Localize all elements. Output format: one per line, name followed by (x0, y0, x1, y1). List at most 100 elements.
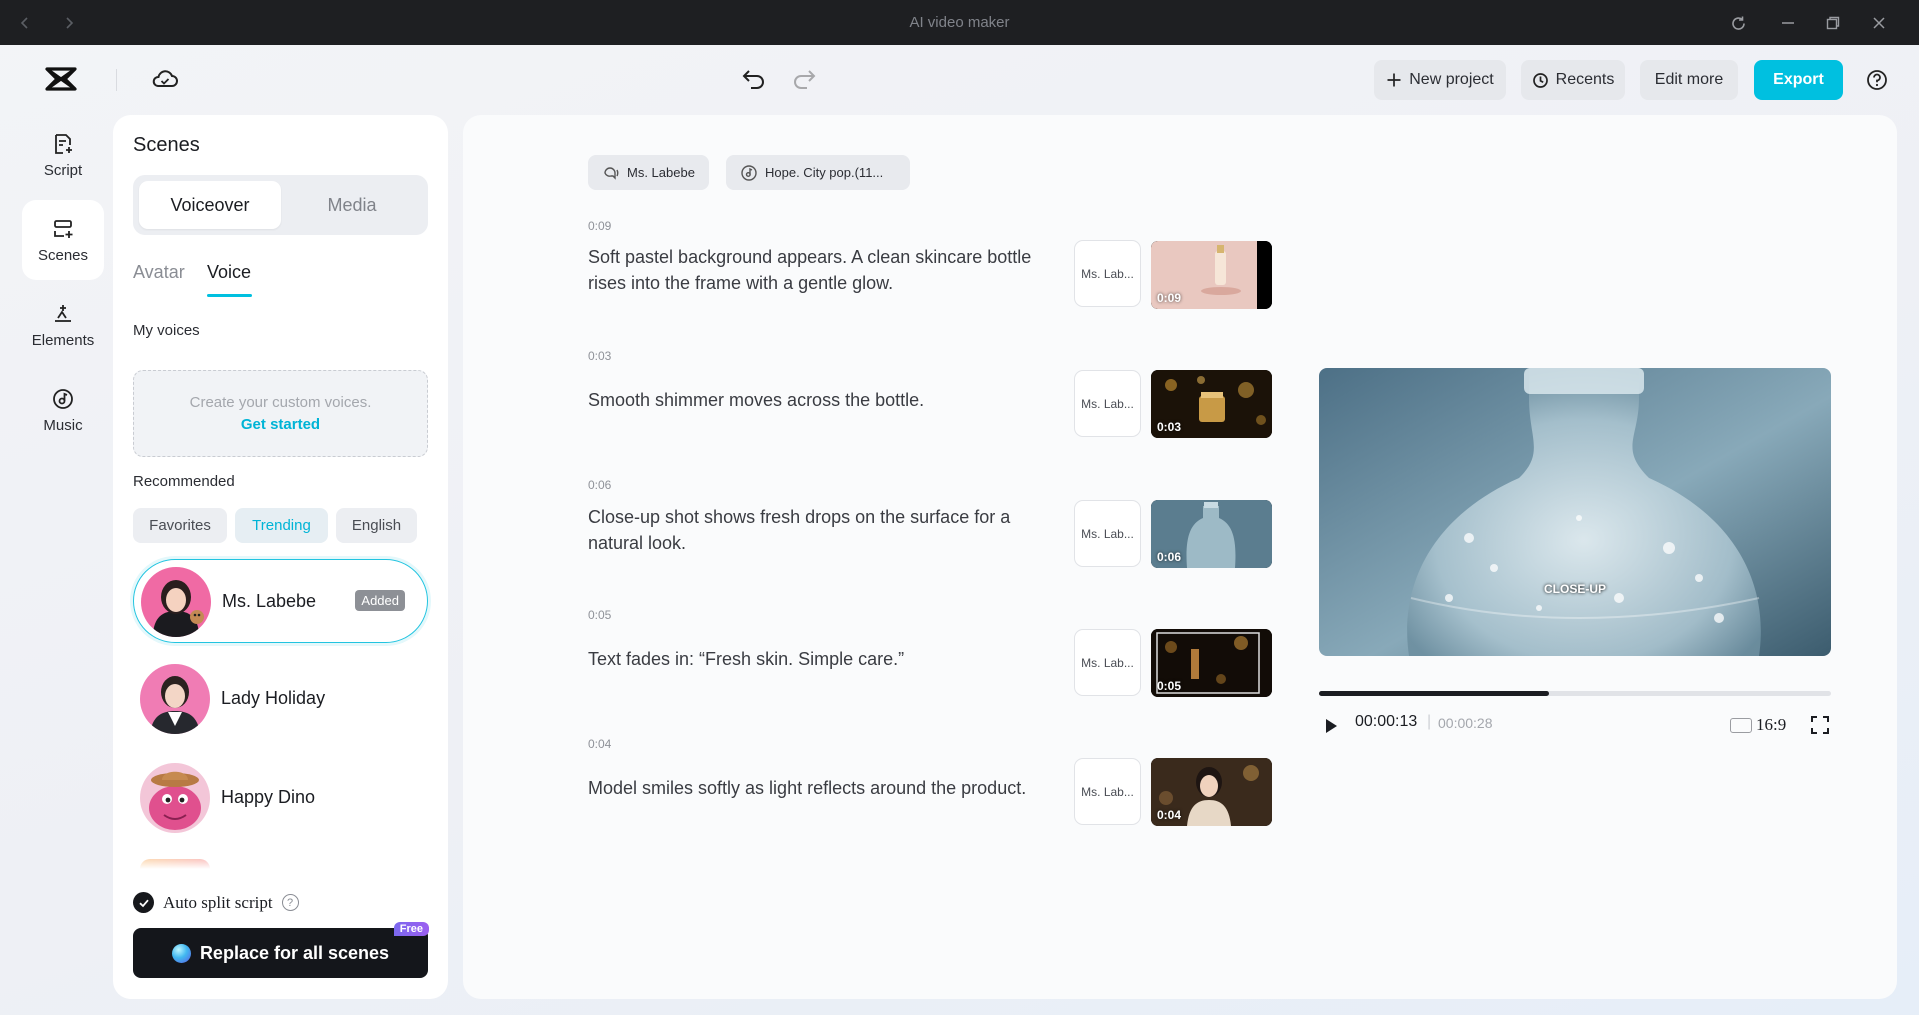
window-titlebar: AI video maker (0, 0, 1919, 45)
avatar (140, 664, 210, 734)
avatar (141, 567, 211, 637)
segment-voiceover[interactable]: Voiceover (139, 181, 281, 229)
rail-item-elements[interactable]: Elements (22, 285, 104, 365)
subtab-underline (207, 294, 252, 297)
scene-time: 0:05 (588, 608, 612, 622)
scene-script-text[interactable]: Close-up shot shows fresh drops on the s… (588, 504, 1058, 556)
rail-item-script[interactable]: Script (22, 115, 104, 195)
voice-item-happy-dino[interactable]: Happy Dino (133, 756, 428, 840)
help-question-icon[interactable]: ? (281, 894, 299, 911)
voice-name: Lady Holiday (221, 688, 326, 708)
scene-script-text[interactable]: Model smiles softly as light reflects ar… (588, 775, 1058, 801)
close-icon[interactable] (1866, 10, 1892, 36)
list-fade (113, 845, 448, 875)
rail-scenes-label: Scenes (37, 246, 89, 264)
scene-script-text[interactable]: Smooth shimmer moves across the bottle. (588, 387, 1058, 413)
recents-button[interactable]: Recents (1521, 60, 1625, 100)
music-pill-label: Hope. City pop.(11... (765, 165, 884, 180)
replace-button-label: Replace for all scenes (199, 942, 390, 963)
new-project-label: New project (1409, 71, 1494, 88)
my-voices-label: My voices (133, 322, 200, 339)
scene-thumbnail[interactable]: 0:03 (1151, 370, 1272, 438)
play-icon (1326, 719, 1337, 733)
video-preview[interactable]: CLOSE-UP (1319, 368, 1831, 656)
auto-split-option[interactable]: Auto split script ? (133, 892, 299, 913)
voice-name: Happy Dino (221, 787, 316, 807)
rail-item-music[interactable]: Music (22, 370, 104, 450)
edit-more-button[interactable]: Edit more (1640, 60, 1738, 100)
scene-thumbnail[interactable]: 0:06 (1151, 500, 1272, 568)
edit-more-label: Edit more (1654, 71, 1724, 88)
time-divider: | (1427, 713, 1432, 730)
get-started-link[interactable]: Get started (134, 416, 427, 433)
thumbnail-duration: 0:05 (1157, 679, 1182, 693)
filter-favorites[interactable]: Favorites (133, 508, 227, 543)
scenes-panel: Scenes Voiceover Media Avatar Voice My v… (113, 115, 448, 999)
rail-music-label: Music (43, 416, 83, 434)
music-pill[interactable]: Hope. City pop.(11... (726, 155, 910, 190)
top-toolbar: New project Recents Edit more Export (0, 45, 1919, 113)
ai-orb-icon (171, 943, 191, 963)
filter-english[interactable]: English (336, 508, 417, 543)
scene-time: 0:04 (588, 737, 612, 751)
redo-icon[interactable] (790, 65, 818, 93)
free-badge: Free (393, 922, 429, 936)
scene-time: 0:03 (588, 349, 612, 363)
added-badge: Added (355, 590, 405, 611)
create-voice-box[interactable]: Create your custom voices. Get started (133, 370, 428, 457)
preview-overlay-text: CLOSE-UP (1543, 582, 1606, 596)
checkbox-checked-icon[interactable] (133, 892, 154, 913)
music-icon (741, 164, 757, 181)
scene-editor: Ms. Labebe Hope. City pop.(11... 0:09 So… (463, 115, 1897, 999)
scene-thumbnail[interactable]: 0:04 (1151, 758, 1272, 826)
auto-split-label: Auto split script (163, 892, 273, 912)
replace-all-scenes-button[interactable]: Replace for all scenes Free (133, 922, 429, 978)
export-button[interactable]: Export (1754, 60, 1843, 100)
cloud-sync-icon[interactable] (150, 67, 180, 91)
aspect-ratio-selector[interactable]: 16:9 (1730, 715, 1786, 735)
minimize-icon[interactable] (1775, 10, 1801, 36)
scene-time: 0:09 (588, 219, 612, 233)
scene-voice-selector[interactable]: Ms. Lab... (1074, 500, 1141, 567)
play-button[interactable] (1323, 717, 1339, 740)
recommended-label: Recommended (133, 473, 235, 490)
total-time: 00:00:28 (1438, 715, 1493, 731)
music-icon (53, 388, 73, 409)
scene-time: 0:06 (588, 478, 612, 492)
scene-script-text[interactable]: Soft pastel background appears. A clean … (588, 244, 1058, 296)
filter-trending[interactable]: Trending (235, 508, 328, 543)
aspect-ratio-label: 16:9 (1756, 715, 1787, 734)
help-icon[interactable] (1864, 67, 1890, 93)
segment-media[interactable]: Media (281, 181, 423, 229)
voice-pill[interactable]: Ms. Labebe (588, 155, 709, 190)
scene-thumbnail[interactable]: 0:05 (1151, 629, 1272, 697)
capcut-logo-icon[interactable] (44, 65, 78, 93)
scene-voice-selector[interactable]: Ms. Lab... (1074, 240, 1141, 307)
voice-name: Ms. Labebe (222, 591, 317, 611)
thumbnail-duration: 0:03 (1157, 420, 1182, 434)
voice-wave-icon (604, 166, 619, 180)
scene-voice-selector[interactable]: Ms. Lab... (1074, 629, 1141, 696)
voice-item-lady-holiday[interactable]: Lady Holiday (133, 657, 428, 741)
rail-item-scenes[interactable]: Scenes (22, 200, 104, 280)
script-icon (55, 133, 72, 154)
scene-voice-selector[interactable]: Ms. Lab... (1074, 758, 1141, 825)
scene-voice-selector[interactable]: Ms. Lab... (1074, 370, 1141, 437)
scene-thumbnail[interactable]: 0:09 (1151, 241, 1272, 309)
toolbar-divider (116, 69, 117, 91)
plus-icon (1387, 73, 1401, 87)
subtab-avatar[interactable]: Avatar (133, 262, 185, 283)
rail-elements-label: Elements (31, 331, 95, 349)
fullscreen-icon[interactable] (1810, 715, 1830, 740)
subtab-voice[interactable]: Voice (207, 262, 251, 283)
thumbnail-duration: 0:06 (1157, 550, 1182, 564)
playback-progress-bar[interactable] (1319, 691, 1831, 696)
scenes-icon (54, 219, 73, 238)
voice-item-ms-labebe[interactable]: Ms. Labebe Added (133, 559, 428, 643)
panel-title: Scenes (133, 134, 200, 156)
new-project-button[interactable]: New project (1374, 60, 1506, 100)
undo-icon[interactable] (740, 65, 768, 93)
restore-icon[interactable] (1820, 10, 1846, 36)
refresh-icon[interactable] (1725, 10, 1751, 36)
scene-script-text[interactable]: Text fades in: “Fresh skin. Simple care.… (588, 646, 1058, 672)
